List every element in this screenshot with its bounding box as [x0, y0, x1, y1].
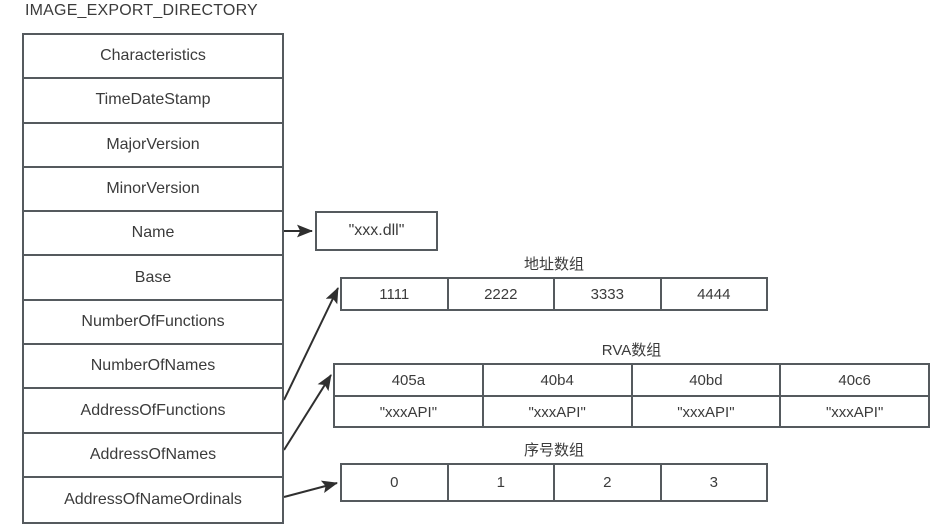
struct-field-timedatestamp: TimeDateStamp — [24, 79, 282, 124]
connector-addressofnames-to-rva-array — [283, 374, 332, 451]
rva-array-caption: RVA数组 — [601, 342, 662, 359]
struct-field-label: Name — [131, 224, 175, 242]
struct-field-numberofnames: NumberOfNames — [24, 345, 282, 390]
rva-array-names-row: "xxxAPI" "xxxAPI" "xxxAPI" "xxxAPI" — [335, 395, 928, 427]
struct-field-majorversion: MajorVersion — [24, 123, 282, 168]
dll-name-box: "xxx.dll" — [315, 211, 438, 251]
struct-field-addressofnameordinals: AddressOfNameOrdinals — [24, 477, 282, 523]
rva-array-value-cell: 405a — [335, 365, 484, 395]
rva-array-name-cell: "xxxAPI" — [825, 403, 884, 421]
image-export-directory-table: Characteristics TimeDateStamp MajorVersi… — [22, 33, 284, 524]
ordinal-array-cell: 2 — [555, 465, 662, 500]
struct-field-label: MinorVersion — [106, 180, 200, 198]
rva-array-value-cell: 40b4 — [484, 365, 633, 395]
rva-array-value-cell: 40c6 — [838, 371, 871, 389]
dll-name-value: "xxx.dll" — [348, 222, 405, 239]
connector-addressoffunctions-to-address-array — [283, 287, 339, 401]
address-array-row: 1111 2222 3333 4444 — [342, 279, 766, 309]
connector-addressofnameordinals-to-ordinal-array — [283, 480, 338, 498]
struct-field-label: AddressOfFunctions — [80, 401, 226, 419]
struct-field-characteristics: Characteristics — [24, 35, 282, 80]
rva-array-values-row: 405a 40b4 40bd 40c6 — [335, 365, 928, 395]
ordinal-array-cell: 3 — [709, 474, 718, 491]
rva-array-name-cell: "xxxAPI" — [335, 397, 484, 427]
address-array-cell: 1111 — [342, 279, 449, 309]
struct-field-addressoffunctions: AddressOfFunctions — [24, 389, 282, 434]
page-title: IMAGE_EXPORT_DIRECTORY — [25, 2, 258, 19]
struct-field-base: Base — [24, 256, 282, 301]
struct-field-label: Characteristics — [100, 47, 206, 65]
struct-field-label: MajorVersion — [106, 135, 200, 153]
struct-field-minorversion: MinorVersion — [24, 167, 282, 213]
struct-field-addressofnames: AddressOfNames — [24, 433, 282, 478]
ordinal-array-cell: 1 — [449, 465, 555, 500]
struct-field-label: AddressOfNames — [89, 445, 217, 463]
address-array: 1111 2222 3333 4444 — [340, 277, 768, 311]
struct-field-label: TimeDateStamp — [95, 91, 211, 109]
ordinal-array-caption: 序号数组 — [523, 442, 584, 459]
rva-array-name-cell: "xxxAPI" — [633, 397, 782, 427]
address-array-cell: 3333 — [555, 279, 662, 309]
address-array-caption: 地址数组 — [523, 256, 584, 273]
ordinal-array-cell: 0 — [342, 465, 449, 500]
ordinal-array-row: 0 1 2 3 — [342, 465, 766, 500]
struct-field-name: Name — [24, 212, 282, 257]
address-array-cell: 4444 — [697, 285, 731, 303]
struct-field-label: NumberOfFunctions — [81, 312, 225, 330]
struct-field-numberoffunctions: NumberOfFunctions — [24, 300, 282, 346]
struct-field-label: Base — [134, 268, 172, 286]
struct-field-label: AddressOfNameOrdinals — [64, 491, 242, 509]
rva-array-value-cell: 40bd — [633, 365, 782, 395]
address-array-cell: 2222 — [449, 279, 555, 309]
rva-array: 405a 40b4 40bd 40c6 "xxxAPI" "xxxAPI" "x… — [333, 363, 930, 428]
ordinal-array: 0 1 2 3 — [340, 463, 768, 502]
struct-field-label: NumberOfNames — [90, 357, 216, 375]
export-directory-diagram: IMAGE_EXPORT_DIRECTORY Characteristics T… — [0, 0, 946, 524]
rva-array-name-cell: "xxxAPI" — [484, 397, 633, 427]
